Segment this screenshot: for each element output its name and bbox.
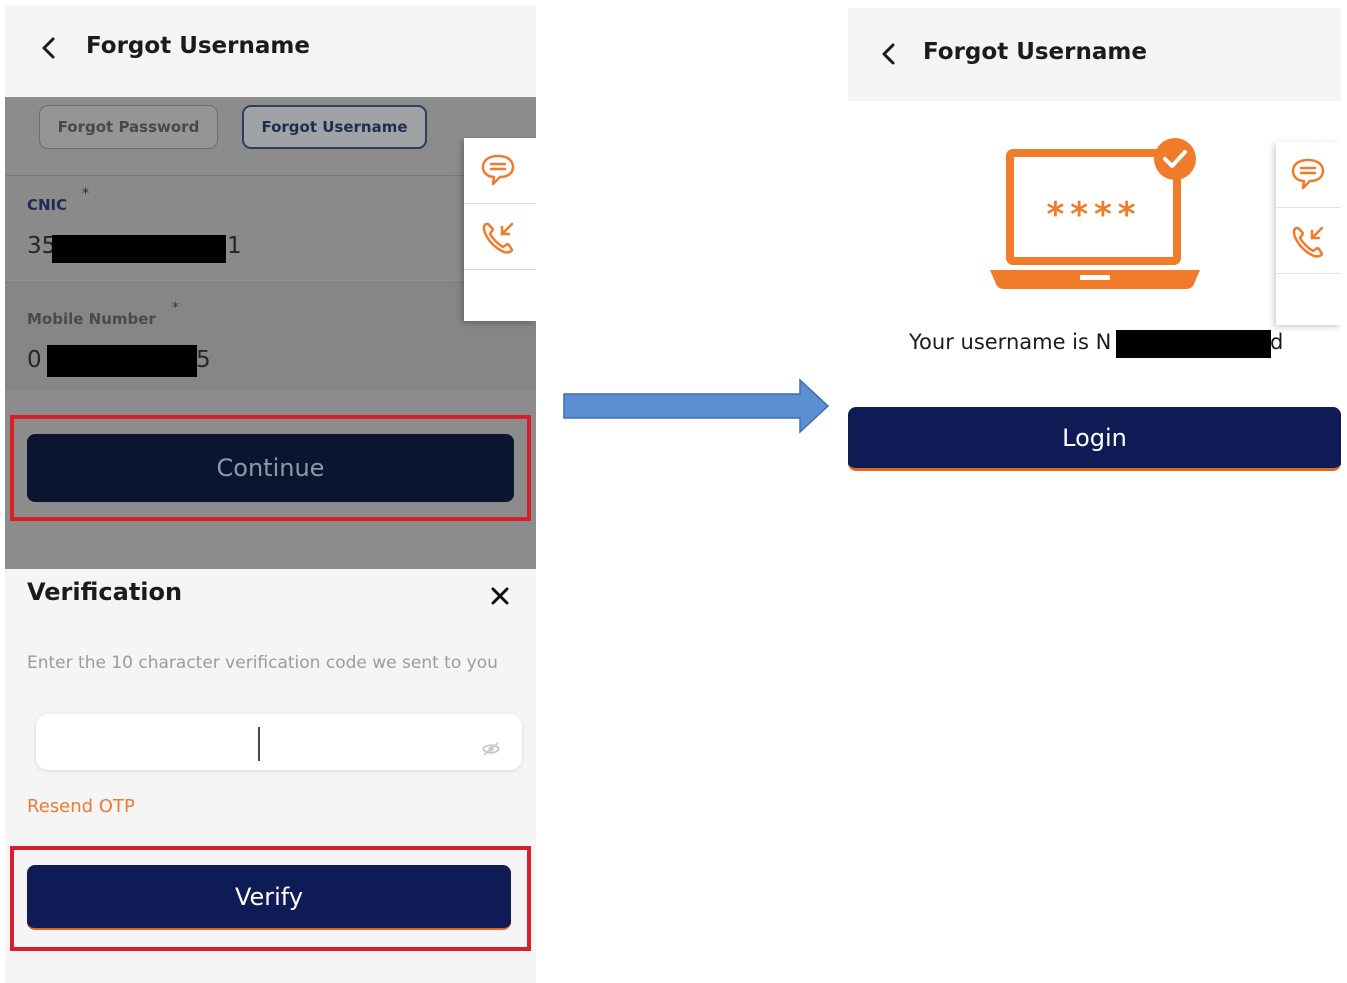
required-mark: * <box>172 300 179 316</box>
forgot-username-form-screen: Forgot Username Forgot Password Forgot U… <box>5 5 536 983</box>
username-message-prefix: Your username is N <box>909 330 1112 354</box>
mobile-value-suffix: 5 <box>196 347 211 373</box>
masked-password-text: **** <box>1046 195 1141 235</box>
chat-support-button[interactable] <box>464 138 536 204</box>
cnic-value-suffix: 1 <box>227 233 242 259</box>
side-panel-empty-slot <box>1276 274 1341 325</box>
chevron-left-icon[interactable] <box>38 35 60 61</box>
verification-bottom-sheet: Verification Enter the 10 character veri… <box>5 569 536 983</box>
phone-callback-icon <box>1292 226 1324 258</box>
resend-otp-link[interactable]: Resend OTP <box>27 796 135 817</box>
continue-highlight-box: Continue <box>10 415 531 521</box>
username-message-suffix: d <box>1270 330 1284 354</box>
login-button[interactable]: Login <box>848 407 1341 471</box>
eye-off-icon[interactable] <box>481 741 501 757</box>
mobile-number-field[interactable]: Mobile Number * 0 5 <box>5 282 536 390</box>
support-side-panel <box>464 138 536 321</box>
continue-button[interactable]: Continue <box>27 434 514 502</box>
dimmed-form-backdrop: Forgot Password Forgot Username CNIC * 3… <box>5 97 536 569</box>
text-cursor <box>258 727 260 761</box>
tab-forgot-username[interactable]: Forgot Username <box>242 105 427 149</box>
verification-description: Enter the 10 character verification code… <box>27 653 498 673</box>
flow-arrow <box>563 378 830 434</box>
call-support-button[interactable] <box>1276 208 1341 274</box>
app-header: Forgot Username <box>5 5 536 97</box>
verify-highlight-box: Verify <box>10 846 531 951</box>
cnic-field[interactable]: CNIC * 35 1 <box>5 175 536 279</box>
app-header: Forgot Username <box>848 8 1341 101</box>
redaction-bar <box>52 235 226 263</box>
close-icon[interactable] <box>489 585 511 607</box>
side-panel-empty-slot <box>464 270 536 321</box>
username-message: Your username is N <box>909 330 1111 354</box>
redaction-bar <box>1116 330 1271 358</box>
verification-code-input[interactable] <box>36 714 522 770</box>
required-mark: * <box>82 186 89 202</box>
support-side-panel <box>1276 142 1341 325</box>
chat-support-button[interactable] <box>1276 142 1341 208</box>
cnic-label: CNIC <box>27 196 68 214</box>
mobile-number-label: Mobile Number <box>27 310 156 328</box>
chat-icon <box>481 154 515 186</box>
page-title: Forgot Username <box>86 33 310 59</box>
call-support-button[interactable] <box>464 204 536 270</box>
chevron-left-icon[interactable] <box>878 41 900 67</box>
tab-forgot-password[interactable]: Forgot Password <box>39 105 218 149</box>
verification-title: Verification <box>27 578 183 606</box>
username-result-screen: Forgot Username **** Your username is N <box>848 8 1341 508</box>
mobile-value-prefix: 0 <box>27 347 42 373</box>
page-title: Forgot Username <box>923 39 1147 65</box>
redaction-bar <box>47 345 197 377</box>
verify-button[interactable]: Verify <box>27 865 511 930</box>
laptop-password-check-icon: **** <box>990 138 1200 289</box>
phone-callback-icon <box>482 222 514 254</box>
chat-icon <box>1291 158 1325 190</box>
